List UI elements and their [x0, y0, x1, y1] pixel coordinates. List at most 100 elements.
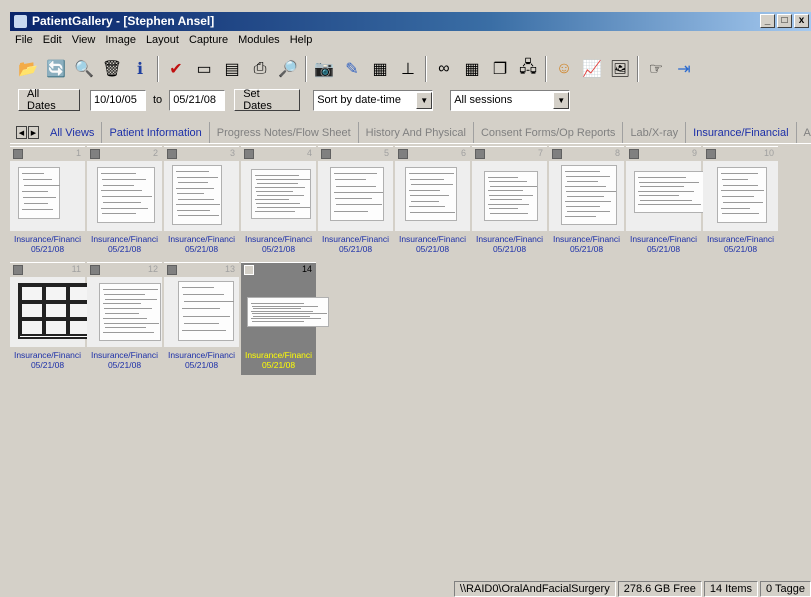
delete-icon[interactable]: 🗑: [98, 55, 126, 83]
tag-checkbox[interactable]: [167, 149, 177, 159]
document-thumbnail-image[interactable]: [626, 161, 704, 231]
tag-checkbox[interactable]: [13, 265, 23, 275]
camera-icon[interactable]: 📷: [310, 55, 338, 83]
tab-insurance-financial[interactable]: Insurance/Financial: [686, 122, 797, 143]
stamp-icon[interactable]: ⊥: [394, 55, 422, 83]
patient-icon[interactable]: ☺: [550, 55, 578, 83]
thumbnail-category: Insurance/Financi: [90, 234, 159, 244]
thumbnail-item[interactable]: 13 Insurance/Financi 05/21/08: [164, 262, 239, 375]
document-thumbnail-image[interactable]: [241, 277, 329, 347]
compare-icon[interactable]: ∞: [430, 55, 458, 83]
sort-dropdown-arrow-icon[interactable]: ▼: [416, 91, 433, 109]
tag-checkbox[interactable]: [13, 149, 23, 159]
tag-checkbox[interactable]: [398, 149, 408, 159]
document-thumbnail-image[interactable]: [241, 161, 316, 231]
thumbnail-item[interactable]: 12 Insurance/Financi 05/21/08: [87, 262, 162, 375]
document-thumbnail-image[interactable]: [318, 161, 393, 231]
tag-checkbox[interactable]: [552, 149, 562, 159]
tab-consent-forms-op-reports[interactable]: Consent Forms/Op Reports: [474, 122, 624, 143]
tab-history-and-physical[interactable]: History And Physical: [359, 122, 474, 143]
info-icon[interactable]: ℹ: [126, 55, 154, 83]
thumbnail-item[interactable]: 11 Insurance/Financi 05/21/08: [10, 262, 94, 375]
menu-capture[interactable]: Capture: [184, 34, 233, 46]
tab-scroll-left-icon[interactable]: ◀: [16, 126, 27, 139]
thumbnail-item[interactable]: 8 Insurance/Financi 05/21/08: [549, 146, 624, 259]
menu-image[interactable]: Image: [100, 34, 141, 46]
tag-checkbox[interactable]: [90, 265, 100, 275]
tab-progress-notes-flow-sheet[interactable]: Progress Notes/Flow Sheet: [210, 122, 359, 143]
thumbnail-item[interactable]: 6 Insurance/Financi 05/21/08: [395, 146, 470, 259]
close-button[interactable]: x: [794, 14, 809, 28]
sort-select[interactable]: Sort by date-time ▼: [313, 89, 434, 111]
thumbnail-item[interactable]: 3 Insurance/Financi 05/21/08: [164, 146, 239, 259]
thumbnail-item[interactable]: 2 Insurance/Financi 05/21/08: [87, 146, 162, 259]
document-thumbnail-image[interactable]: [164, 277, 239, 347]
tag-checkbox[interactable]: [90, 149, 100, 159]
network-icon[interactable]: 🖧: [514, 55, 542, 83]
thumbnail-item[interactable]: 4 Insurance/Financi 05/21/08: [241, 146, 316, 259]
tag-checkbox[interactable]: [244, 149, 254, 159]
tab-lab-x-ray[interactable]: Lab/X-ray: [623, 122, 687, 143]
menu-help[interactable]: Help: [285, 34, 318, 46]
tag-checkbox[interactable]: [629, 149, 639, 159]
document-thumbnail-image[interactable]: [87, 161, 162, 231]
menu-modules[interactable]: Modules: [233, 34, 285, 46]
title-bar[interactable]: PatientGallery - [Stephen Ansel] _ □ x: [10, 12, 811, 31]
print-icon[interactable]: ⎙: [246, 55, 274, 83]
tab-all-views[interactable]: All Views: [43, 122, 103, 143]
tag-checkbox[interactable]: [475, 149, 485, 159]
chart-icon[interactable]: 📈: [578, 55, 606, 83]
menu-edit[interactable]: Edit: [38, 34, 67, 46]
thumbnail-item[interactable]: 5 Insurance/Financi 05/21/08: [318, 146, 393, 259]
thumbnail-number: 2: [152, 148, 158, 158]
tag-checkbox[interactable]: [167, 265, 177, 275]
document-thumbnail-image[interactable]: [472, 161, 547, 231]
to-date-field[interactable]: 05/21/08: [169, 89, 226, 111]
id-card-icon[interactable]: ▭: [190, 55, 218, 83]
menu-view[interactable]: View: [67, 34, 101, 46]
draw-tool-icon[interactable]: ✎: [338, 55, 366, 83]
document-thumbnail-image[interactable]: [10, 277, 94, 347]
document-thumbnail-image[interactable]: [87, 277, 162, 347]
document-thumbnail-image[interactable]: [703, 161, 778, 231]
thumbnail-category: Insurance/Financi: [475, 234, 544, 244]
exit-icon[interactable]: ⇥: [670, 55, 698, 83]
refresh-icon[interactable]: 🔄: [42, 55, 70, 83]
thumbnail-item[interactable]: 7 Insurance/Financi 05/21/08: [472, 146, 547, 259]
all-dates-button[interactable]: All Dates: [18, 88, 80, 112]
scanner-icon[interactable]: ▦: [366, 55, 394, 83]
tab-patient-information[interactable]: Patient Information: [102, 122, 210, 143]
thumbnail-item[interactable]: 14 Insurance/Financi 05/21/08: [241, 262, 329, 375]
print-preview-icon[interactable]: 🔎: [274, 55, 302, 83]
tab-anesthesia[interactable]: Anesthesia: [797, 122, 811, 143]
image-icon[interactable]: 🖼: [606, 55, 634, 83]
document-thumbnail-image[interactable]: [164, 161, 239, 231]
tab-scroll-right-icon[interactable]: ▶: [28, 126, 39, 139]
open-folder-icon[interactable]: 📂: [14, 55, 42, 83]
menu-layout[interactable]: Layout: [141, 34, 184, 46]
session-select[interactable]: All sessions ▼: [450, 89, 571, 111]
checkmark-icon[interactable]: ✔: [162, 55, 190, 83]
window-icon[interactable]: ❐: [486, 55, 514, 83]
maximize-button[interactable]: □: [777, 14, 792, 28]
thumbnail-item[interactable]: 10 Insurance/Financi 05/21/08: [703, 146, 778, 259]
find-icon[interactable]: 🔍: [70, 55, 98, 83]
tag-checkbox[interactable]: [244, 265, 254, 275]
document-thumbnail-image[interactable]: [549, 161, 624, 231]
tag-checkbox[interactable]: [706, 149, 716, 159]
scanned-document-page: [405, 167, 457, 221]
pointer-icon[interactable]: ☞: [642, 55, 670, 83]
from-date-field[interactable]: 10/10/05: [90, 89, 146, 111]
layout-grid-icon[interactable]: ▦: [458, 55, 486, 83]
document-icon[interactable]: ▤: [218, 55, 246, 83]
set-dates-button[interactable]: Set Dates: [234, 88, 301, 112]
minimize-button[interactable]: _: [760, 14, 775, 28]
document-thumbnail-image[interactable]: [395, 161, 470, 231]
thumbnail-caption: Insurance/Financi 05/21/08: [241, 231, 316, 259]
thumbnail-item[interactable]: 1 Insurance/Financi 05/21/08: [10, 146, 85, 259]
session-dropdown-arrow-icon[interactable]: ▼: [553, 91, 570, 109]
thumbnail-item[interactable]: 9 Insurance/Financi 05/21/08: [626, 146, 704, 259]
document-thumbnail-image[interactable]: [10, 161, 85, 231]
tag-checkbox[interactable]: [321, 149, 331, 159]
menu-file[interactable]: File: [10, 34, 38, 46]
